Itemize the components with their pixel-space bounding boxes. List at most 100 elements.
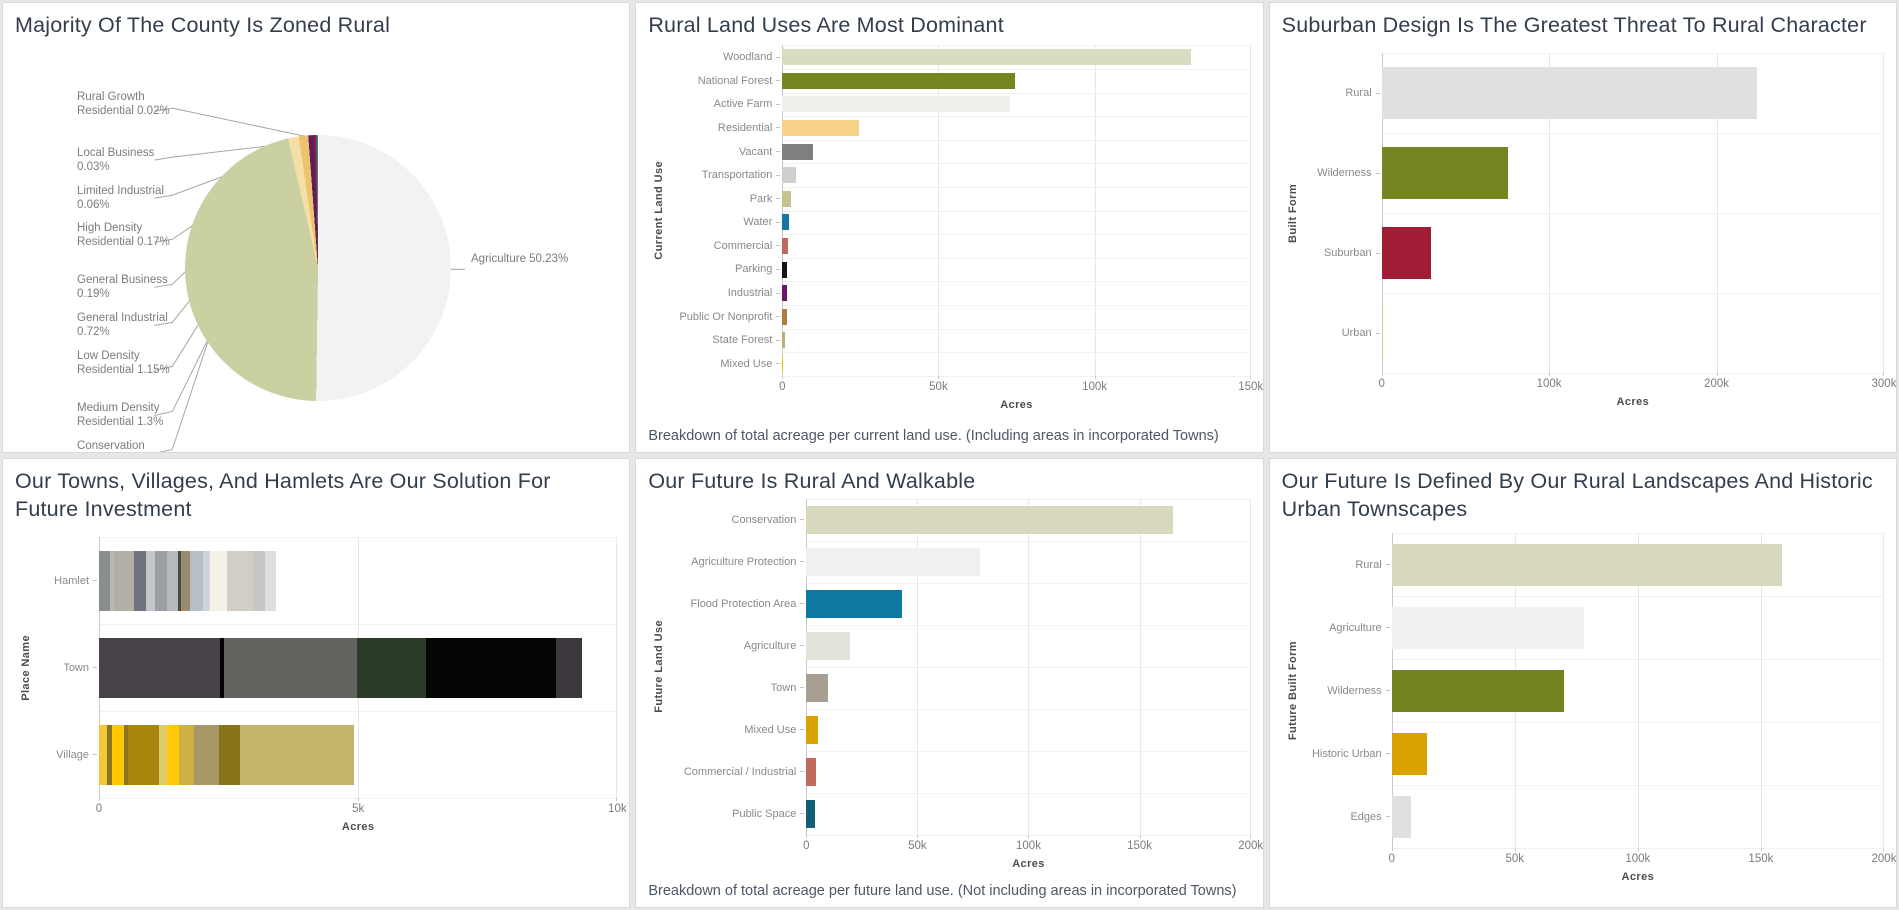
chart-row [806,583,1250,625]
pie-callout-label: Limited Industrial 0.06% [77,185,175,212]
chart-row [99,624,617,711]
x-axis-title: Acres [806,858,1250,870]
chart-row [782,163,1250,187]
bar-hamlet[interactable] [99,551,276,611]
plot-area [1392,533,1884,848]
bar-segment[interactable] [253,551,265,611]
x-tick-label: 0 [1378,378,1384,390]
chart-title: Our Future Is Defined By Our Rural Lands… [1282,467,1884,524]
bar-urban[interactable] [1382,307,1384,359]
category-label: Public Or Nonprofit [670,305,782,329]
bar-segment[interactable] [99,725,107,785]
bar-segment[interactable] [265,551,276,611]
bar-segment[interactable] [128,725,159,785]
x-tick-label: 100k [1082,381,1107,393]
chart-row [782,45,1250,69]
bar-town[interactable] [99,638,582,698]
bar-segment[interactable] [134,551,145,611]
x-tickmark [1382,373,1383,376]
bar-chart-body: Current Land UseWoodlandNational ForestA… [648,39,1250,423]
bar-segment[interactable] [357,638,426,698]
bar-rural[interactable] [1392,544,1782,586]
bar-wilderness[interactable] [1392,670,1564,712]
bar-rural[interactable] [1382,67,1757,119]
category-labels: WoodlandNational ForestActive FarmReside… [670,45,782,375]
dashboard: Majority Of The County Is Zoned Rural Ru… [0,0,1899,910]
pie-callout-label: Conservation 46.15% [77,440,175,453]
chart-row [806,793,1250,835]
bar-segment[interactable] [99,551,110,611]
chart-title: Majority Of The County Is Zoned Rural [15,11,617,39]
bar-segment[interactable] [224,638,357,698]
bar-woodland[interactable] [782,49,1191,65]
bar-village[interactable] [99,725,354,785]
bar-agriculture-protection[interactable] [806,548,979,576]
bar-water[interactable] [782,214,789,230]
bar-segment[interactable] [146,551,155,611]
bar-conservation[interactable] [806,506,1173,534]
bar-segment[interactable] [155,551,167,611]
bar-segment[interactable] [227,551,252,611]
bar-segment[interactable] [167,551,178,611]
bar-suburban[interactable] [1382,227,1431,279]
pie[interactable] [185,135,451,401]
bar-segment[interactable] [114,551,134,611]
category-label: Residential [670,116,782,140]
bar-segment[interactable] [426,638,556,698]
bar-agriculture[interactable] [806,632,850,660]
bar-residential[interactable] [782,120,858,136]
bar-public-space[interactable] [806,800,815,828]
category-label: Park [670,187,782,211]
bar-flood-protection-area[interactable] [806,590,902,618]
bar-segment[interactable] [190,551,203,611]
category-label: Suburban [1304,213,1382,293]
category-label: Agriculture [1304,596,1392,659]
bar-segment[interactable] [167,725,179,785]
category-label: Historic Urban [1304,722,1392,785]
bar-segment[interactable] [179,725,195,785]
bar-state-forest[interactable] [782,332,785,348]
bar-agriculture[interactable] [1392,607,1584,649]
category-label: Vacant [670,140,782,164]
bar-commercial[interactable] [782,238,788,254]
pie-callout-label: General Business 0.19% [77,274,175,301]
bar-segment[interactable] [219,725,240,785]
bar-segment[interactable] [99,638,220,698]
bar-mixed-use[interactable] [806,716,818,744]
bar-historic-urban[interactable] [1392,733,1427,775]
pie-callout-label: Agriculture 50.23% [471,253,569,267]
bar-active-farm[interactable] [782,96,1010,112]
bar-wilderness[interactable] [1382,147,1508,199]
bar-industrial[interactable] [782,285,787,301]
bar-town[interactable] [806,674,827,702]
x-tick-label: 10k [608,803,627,815]
x-tickmark [1883,373,1884,376]
x-axis-title: Acres [1382,396,1884,408]
bar-segment[interactable] [210,551,227,611]
bar-segment[interactable] [181,551,190,611]
bar-park[interactable] [782,191,791,207]
panel-place-name: Our Towns, Villages, And Hamlets Are Our… [2,458,630,909]
bar-chart-body: Place NameHamletTownVillage05k10kAcres [15,523,617,901]
bar-segment[interactable] [112,725,124,785]
bar-vacant[interactable] [782,144,813,160]
bar-public-or-nonprofit[interactable] [782,309,786,325]
bar-parking[interactable] [782,262,787,278]
bar-edges[interactable] [1392,796,1411,838]
x-tick-label: 200k [1238,840,1263,852]
chart-row [782,187,1250,211]
bar-segment[interactable] [203,551,210,611]
category-label: Town [670,667,806,709]
x-tickmark [1515,848,1516,851]
bar-national-forest[interactable] [782,73,1015,89]
bar-transportation[interactable] [782,167,795,183]
x-tickmark [1549,373,1550,376]
category-label: Wilderness [1304,133,1382,213]
bar-commercial-industrial[interactable] [806,758,816,786]
bar-segment[interactable] [194,725,219,785]
bar-segment[interactable] [240,725,354,785]
bar-mixed-use[interactable] [782,356,783,372]
y-axis-title: Future Land Use [648,499,670,835]
bar-segment[interactable] [159,725,167,785]
bar-segment[interactable] [556,638,582,698]
